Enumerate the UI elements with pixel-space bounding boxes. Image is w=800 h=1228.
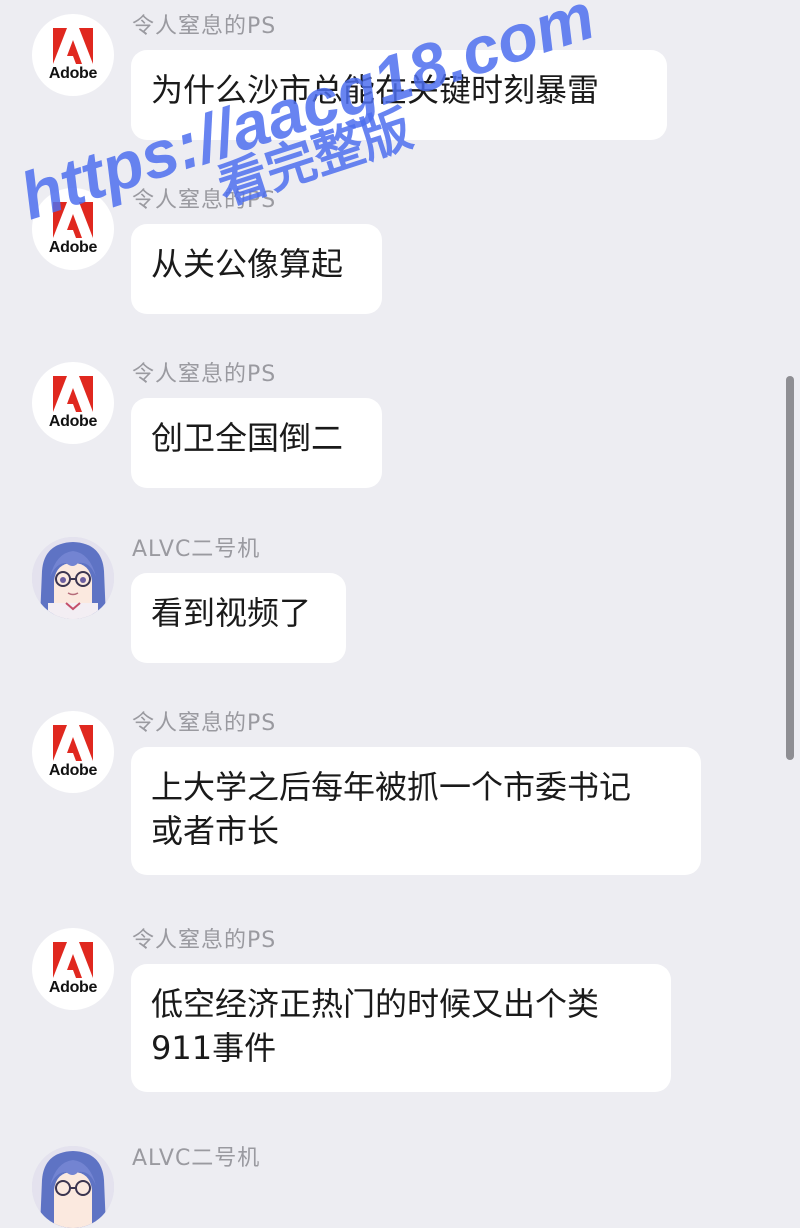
- anime-girl-avatar-icon: [32, 537, 114, 619]
- message-item: Adobe 令人窒息的PS 为什么沙市总能在关键时刻暴雷: [0, 8, 760, 148]
- adobe-logo-icon: Adobe: [32, 188, 114, 270]
- adobe-avatar[interactable]: Adobe: [32, 362, 114, 444]
- message-text: 上大学之后每年被抓一个市委书记: [151, 768, 632, 806]
- anime-avatar[interactable]: [32, 1146, 114, 1228]
- scrollbar-thumb[interactable]: [786, 376, 794, 760]
- message-text: 看到视频了: [151, 594, 312, 632]
- adobe-logo-icon: Adobe: [32, 928, 114, 1010]
- sender-name: 令人窒息的PS: [132, 14, 277, 39]
- adobe-logo-text: Adobe: [48, 65, 98, 82]
- sender-name: ALVC二号机: [132, 537, 261, 562]
- adobe-logo-text: Adobe: [48, 979, 98, 996]
- message-item: ALVC二号机: [0, 1140, 760, 1228]
- sender-name: 令人窒息的PS: [132, 928, 277, 953]
- anime-avatar[interactable]: [32, 537, 114, 619]
- adobe-logo-icon: Adobe: [32, 711, 114, 793]
- message-text: 从关公像算起: [151, 245, 344, 283]
- sender-name: 令人窒息的PS: [132, 188, 277, 213]
- message-text: 911事件: [151, 1029, 277, 1067]
- adobe-logo-icon: Adobe: [32, 14, 114, 96]
- sender-name: 令人窒息的PS: [132, 362, 277, 387]
- message-bubble[interactable]: 低空经济正热门的时候又出个类 911事件: [131, 964, 671, 1092]
- message-item: ALVC二号机 看到视频了: [0, 531, 760, 671]
- message-bubble[interactable]: 从关公像算起: [131, 224, 382, 314]
- sender-name: ALVC二号机: [132, 1146, 261, 1171]
- message-text: 创卫全国倒二: [151, 419, 344, 457]
- adobe-logo-icon: Adobe: [32, 362, 114, 444]
- adobe-avatar[interactable]: Adobe: [32, 711, 114, 793]
- adobe-avatar[interactable]: Adobe: [32, 14, 114, 96]
- adobe-avatar[interactable]: Adobe: [32, 188, 114, 270]
- adobe-logo-text: Adobe: [48, 413, 98, 430]
- message-item: Adobe 令人窒息的PS 创卫全国倒二: [0, 356, 760, 496]
- message-bubble[interactable]: 创卫全国倒二: [131, 398, 382, 488]
- adobe-avatar[interactable]: Adobe: [32, 928, 114, 1010]
- message-bubble[interactable]: 上大学之后每年被抓一个市委书记 或者市长: [131, 747, 701, 875]
- message-text: 或者市长: [151, 812, 280, 850]
- message-text: 低空经济正热门的时候又出个类: [151, 985, 600, 1023]
- anime-girl-avatar-icon: [32, 1146, 114, 1228]
- message-item: Adobe 令人窒息的PS 上大学之后每年被抓一个市委书记 或者市长: [0, 705, 760, 895]
- sender-name: 令人窒息的PS: [132, 711, 277, 736]
- message-text: 为什么沙市总能在关键时刻暴雷: [151, 71, 600, 109]
- adobe-logo-text: Adobe: [48, 762, 98, 779]
- chat-history[interactable]: Adobe 令人窒息的PS 为什么沙市总能在关键时刻暴雷 Adobe 令人窒息的…: [0, 0, 800, 1228]
- message-bubble[interactable]: 为什么沙市总能在关键时刻暴雷: [131, 50, 667, 140]
- message-item: Adobe 令人窒息的PS 从关公像算起: [0, 182, 760, 322]
- adobe-logo-text: Adobe: [48, 239, 98, 256]
- message-bubble[interactable]: 看到视频了: [131, 573, 346, 663]
- message-item: Adobe 令人窒息的PS 低空经济正热门的时候又出个类 911事件: [0, 922, 760, 1112]
